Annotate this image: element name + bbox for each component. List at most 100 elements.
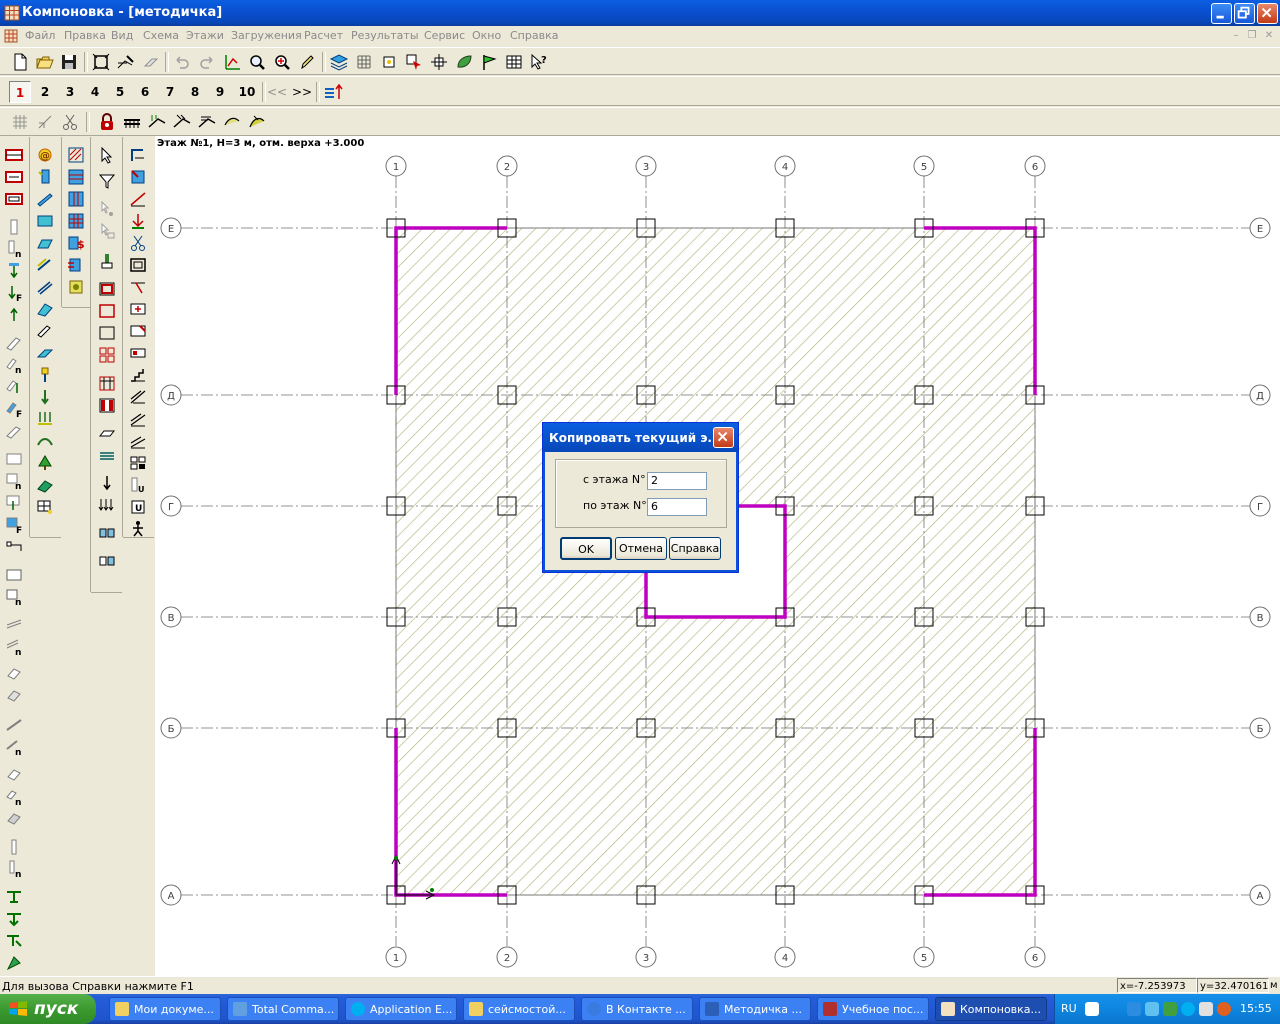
stair-tool-1[interactable]	[128, 365, 148, 385]
load-tool-10[interactable]	[35, 343, 55, 363]
load-tool-9[interactable]	[35, 321, 55, 341]
rect-red-tool[interactable]	[97, 301, 117, 321]
menu-scheme[interactable]: Схема	[143, 29, 179, 42]
slab-tool-2[interactable]: n	[4, 587, 24, 607]
load-2-button[interactable]	[171, 111, 193, 133]
wall-tool-3[interactable]	[4, 377, 24, 397]
close-button[interactable]	[1257, 3, 1278, 24]
column-tool-5[interactable]	[4, 305, 24, 325]
support-tool-3[interactable]	[4, 931, 24, 951]
layers-button[interactable]	[328, 51, 350, 73]
slab-line-tool[interactable]	[97, 423, 117, 443]
task-pdf[interactable]: Учебное пос...	[817, 997, 929, 1021]
from-floor-input[interactable]: 2	[647, 472, 707, 490]
floor-tab-9[interactable]: 9	[209, 81, 231, 103]
floor-prev-button[interactable]: <<	[266, 81, 288, 103]
figure-tool[interactable]	[128, 519, 148, 539]
mdi-restore-button[interactable]: ❐	[1245, 30, 1259, 42]
shield-tray-icon[interactable]	[1163, 1002, 1177, 1016]
menu-calc[interactable]: Расчет	[304, 29, 343, 42]
printer-tray-icon[interactable]	[1199, 1002, 1213, 1016]
filter-tool[interactable]	[97, 171, 117, 191]
mdi-close-button[interactable]: ✕	[1262, 30, 1276, 42]
load-tool-12[interactable]	[35, 387, 55, 407]
menu-service[interactable]: Сервис	[424, 29, 465, 42]
cut-button[interactable]	[59, 111, 81, 133]
floor-up-button[interactable]	[322, 81, 344, 103]
open-button[interactable]	[34, 51, 56, 73]
rebar-tool-6[interactable]	[66, 255, 86, 275]
section-tool-2[interactable]	[128, 167, 148, 187]
node-button[interactable]	[378, 51, 400, 73]
context-help-button[interactable]: ?	[528, 51, 550, 73]
floor-tab-1[interactable]: 1	[9, 81, 31, 103]
zoom-in-button[interactable]	[271, 51, 293, 73]
minimize-button[interactable]	[1211, 3, 1232, 24]
pipe-tool-1[interactable]	[4, 837, 24, 857]
line-tool-1[interactable]	[4, 715, 24, 735]
menu-help[interactable]: Справка	[510, 29, 558, 42]
load-tool-15[interactable]	[35, 453, 55, 473]
add-element-button[interactable]	[428, 51, 450, 73]
undo-button[interactable]	[171, 51, 193, 73]
brick-tool-2[interactable]	[4, 685, 24, 705]
select-tool[interactable]	[97, 145, 117, 165]
wall-tool-2[interactable]: n	[4, 355, 24, 375]
floor-tab-7[interactable]: 7	[159, 81, 181, 103]
task-komponovka[interactable]: Компоновка...	[935, 997, 1047, 1021]
blocks-tool[interactable]	[128, 453, 148, 473]
grid-fill-tool[interactable]	[97, 395, 117, 415]
stair-tool-3[interactable]	[128, 409, 148, 429]
brick-tool-1[interactable]	[4, 663, 24, 683]
wall-tool-1[interactable]	[4, 333, 24, 353]
column-tool-3[interactable]	[4, 261, 24, 281]
floor-tab-4[interactable]: 4	[84, 81, 106, 103]
load-tool-14[interactable]	[35, 431, 55, 451]
ok-button[interactable]: OK	[560, 537, 612, 560]
section-cut-tool[interactable]	[128, 233, 148, 253]
save-button[interactable]	[58, 51, 80, 73]
rebar-tool-4[interactable]	[66, 211, 86, 231]
load-tool-16[interactable]	[35, 475, 55, 495]
rebar-tool-7[interactable]	[66, 277, 86, 297]
frame-button[interactable]	[90, 51, 112, 73]
load-tool-13[interactable]	[35, 409, 55, 429]
menu-results[interactable]: Результаты	[351, 29, 419, 42]
load-tool-6[interactable]	[35, 255, 55, 275]
menu-file[interactable]: Файл	[25, 29, 55, 42]
axes-button[interactable]	[221, 51, 243, 73]
select-node-tool[interactable]	[97, 199, 117, 219]
section-tool-3[interactable]	[128, 189, 148, 209]
floor-tab-8[interactable]: 8	[184, 81, 206, 103]
grid-snap-button[interactable]	[9, 111, 31, 133]
mdi-minimize-button[interactable]: –	[1229, 30, 1243, 42]
cancel-button[interactable]: Отмена	[615, 537, 667, 560]
floor-tab-6[interactable]: 6	[134, 81, 156, 103]
column-tool-1[interactable]	[4, 217, 24, 237]
rebar-tool-2[interactable]	[66, 167, 86, 187]
skype-tray-icon[interactable]	[1181, 1002, 1195, 1016]
load-tool-17[interactable]	[35, 497, 55, 517]
load-tool-7[interactable]	[35, 277, 55, 297]
plate-tool-4[interactable]: F	[4, 515, 24, 535]
lock-button[interactable]	[96, 111, 118, 133]
pencil-button[interactable]	[296, 51, 318, 73]
help-button[interactable]: Справка	[669, 537, 721, 560]
section-tool-4[interactable]	[128, 211, 148, 231]
opera-tray-icon[interactable]	[1217, 1002, 1231, 1016]
load-tool-3[interactable]	[35, 189, 55, 209]
menu-loads[interactable]: Загружения	[231, 29, 302, 42]
menu-edit[interactable]: Правка	[64, 29, 106, 42]
block-tool-1[interactable]	[4, 765, 24, 785]
frame-red-tool[interactable]	[97, 279, 117, 299]
pipe-tool-2[interactable]: n	[4, 859, 24, 879]
column-u-tool[interactable]: U	[128, 475, 148, 495]
floor-tab-2[interactable]: 2	[34, 81, 56, 103]
help-tray-icon[interactable]	[1085, 1002, 1099, 1016]
column-tool-4[interactable]: F	[4, 283, 24, 303]
dialog-close-button[interactable]	[713, 427, 734, 448]
scheme-button[interactable]	[115, 51, 137, 73]
plate-tool-1[interactable]	[4, 449, 24, 469]
load-at-tool[interactable]: @	[35, 145, 55, 165]
rebar-tool-1[interactable]	[66, 145, 86, 165]
